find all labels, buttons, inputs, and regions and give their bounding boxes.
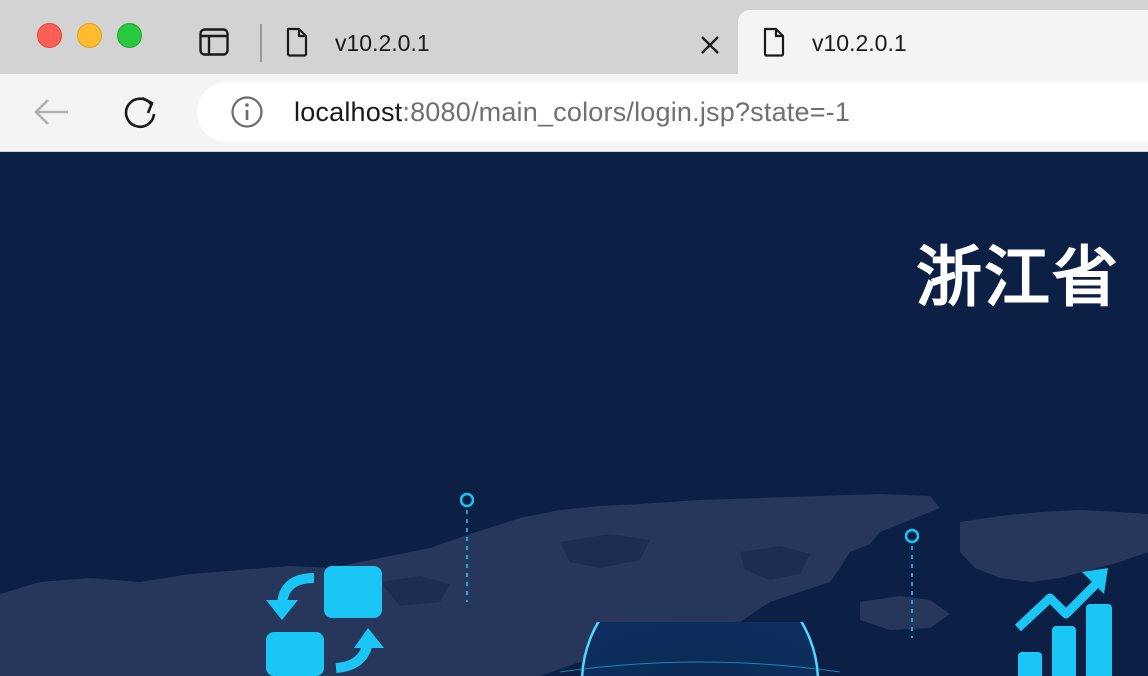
tab-active[interactable]: v10.2.0.1	[738, 10, 1148, 74]
browser-toolbar: localhost:8080/main_colors/login.jsp?sta…	[0, 74, 1148, 152]
url-host: localhost	[294, 96, 403, 127]
map-marker	[460, 492, 474, 602]
tab-strip: v10.2.0.1 v10.2.0.1	[0, 0, 1148, 74]
data-exchange-icon	[266, 566, 384, 676]
info-icon[interactable]	[230, 95, 264, 129]
tab-title: v10.2.0.1	[812, 29, 907, 56]
tab-inactive[interactable]: v10.2.0.1	[270, 10, 735, 74]
window-maximize-button[interactable]	[117, 23, 142, 48]
reload-icon[interactable]	[120, 92, 160, 132]
url-text[interactable]: localhost:8080/main_colors/login.jsp?sta…	[294, 97, 850, 128]
address-bar[interactable]: localhost:8080/main_colors/login.jsp?sta…	[197, 82, 1148, 142]
url-path: :8080/main_colors/login.jsp?state=-1	[402, 96, 851, 127]
map-marker	[905, 528, 919, 638]
globe-illustration	[560, 622, 840, 676]
window-minimize-button[interactable]	[77, 23, 102, 48]
document-icon	[286, 27, 308, 57]
arrow-left-icon[interactable]	[32, 92, 72, 132]
growth-chart-icon	[1014, 568, 1112, 676]
tab-close-icon[interactable]	[699, 34, 721, 56]
page-title: 浙江省	[916, 240, 1120, 314]
sidebar-toggle-icon[interactable]	[199, 28, 229, 56]
tab-divider	[260, 24, 262, 62]
page-content: 浙江省	[0, 152, 1148, 676]
document-icon	[763, 27, 785, 57]
window-close-button[interactable]	[37, 23, 62, 48]
tab-title: v10.2.0.1	[335, 29, 430, 56]
